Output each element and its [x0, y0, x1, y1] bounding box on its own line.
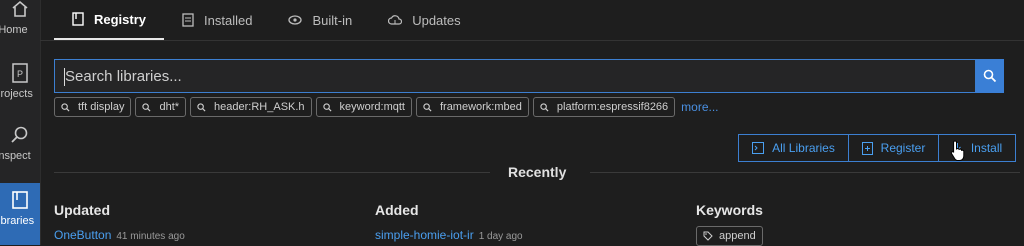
recently-heading: Recently [508, 164, 567, 180]
button-label: Register [880, 141, 926, 155]
tab-installed[interactable]: Installed [164, 0, 270, 40]
chip-label: dht* [159, 101, 180, 113]
list-icon [182, 13, 194, 27]
separator-line [54, 172, 490, 173]
sidebar-item-home[interactable]: Home [0, 0, 40, 58]
list-item: OneButton 41 minutes ago [54, 228, 185, 242]
separator-line [590, 172, 1020, 173]
example-chip[interactable]: tft display [54, 97, 132, 117]
tab-registry[interactable]: Registry [54, 0, 165, 40]
search-icon [61, 102, 70, 112]
recently-separator: Recently [54, 162, 1020, 182]
libraries-panel: Registry Installed Built-in Updates tft … [40, 0, 1024, 246]
sidebar-item-libraries[interactable]: Libraries [0, 183, 40, 245]
button-label: All Libraries [772, 141, 835, 155]
search-input[interactable] [55, 59, 975, 93]
terminal-icon [752, 142, 765, 154]
home-icon [9, 0, 31, 20]
search-icon [983, 69, 997, 83]
activity-sidebar: Home P Projects Inspect Libraries [0, 0, 41, 245]
keyword-chip[interactable]: append [696, 226, 763, 246]
search-box [54, 59, 976, 93]
projects-icon: P [9, 62, 31, 84]
button-label: Install [970, 141, 1003, 155]
example-chip[interactable]: framework:mbed [415, 97, 529, 117]
added-heading: Added [375, 202, 419, 218]
timestamp: 41 minutes ago [116, 231, 185, 242]
keywords-heading: Keywords [696, 202, 763, 218]
book-icon [72, 12, 84, 26]
inspect-icon [9, 124, 31, 146]
example-chip[interactable]: header:RH_ASK.h [190, 97, 312, 117]
chip-label: header:RH_ASK.h [214, 101, 305, 113]
example-chip[interactable]: dht* [135, 97, 187, 117]
tab-label: Built-in [312, 12, 353, 28]
chip-label: tft display [78, 101, 125, 113]
hand-cursor-icon [950, 140, 965, 161]
cloud-upload-icon [388, 15, 403, 25]
updated-heading: Updated [54, 202, 110, 218]
sidebar-item-label: Home [0, 24, 28, 36]
search-icon [142, 102, 151, 112]
timestamp: 1 day ago [478, 231, 523, 242]
list-item: simple-homie-iot-ir 1 day ago [375, 228, 523, 242]
chip-label: framework:mbed [439, 101, 522, 113]
search-examples: tft display dht* header:RH_ASK.h keyword… [54, 97, 719, 117]
search-icon [540, 102, 549, 112]
search-icon [423, 102, 432, 112]
example-chip[interactable]: platform:espressif8266 [532, 97, 676, 117]
sidebar-item-label: Libraries [0, 215, 35, 227]
chip-label: platform:espressif8266 [556, 101, 669, 113]
libraries-icon [9, 189, 31, 211]
library-link[interactable]: OneButton [54, 228, 111, 242]
sidebar-item-label: Inspect [0, 150, 31, 162]
text-caret [64, 68, 65, 86]
tab-bar: Registry Installed Built-in Updates [54, 0, 479, 40]
sidebar-item-projects[interactable]: P Projects [0, 60, 40, 122]
file-plus-icon [861, 141, 873, 155]
svg-text:P: P [17, 69, 23, 79]
eye-icon [288, 15, 303, 25]
library-actions: All Libraries Register Install [738, 134, 1016, 162]
sidebar-item-label: Projects [0, 88, 33, 100]
library-link[interactable]: simple-homie-iot-ir [375, 228, 474, 242]
search-icon [322, 102, 332, 112]
tab-divider [40, 40, 1024, 41]
more-examples-link[interactable]: more... [681, 100, 718, 114]
tab-updates[interactable]: Updates [370, 0, 478, 40]
chip-label: append [719, 230, 756, 242]
search-button[interactable] [976, 59, 1004, 93]
tab-label: Registry [94, 11, 147, 27]
sidebar-item-inspect[interactable]: Inspect [0, 122, 40, 184]
tag-icon [703, 231, 713, 241]
chip-label: keyword:mqtt [339, 101, 405, 113]
tab-built-in[interactable]: Built-in [270, 0, 370, 40]
tab-label: Installed [204, 12, 253, 28]
all-libraries-button[interactable]: All Libraries [739, 135, 849, 161]
register-button[interactable]: Register [849, 135, 939, 161]
tab-label: Updates [412, 12, 461, 28]
example-chip[interactable]: keyword:mqtt [315, 97, 412, 117]
search-icon [197, 102, 206, 112]
